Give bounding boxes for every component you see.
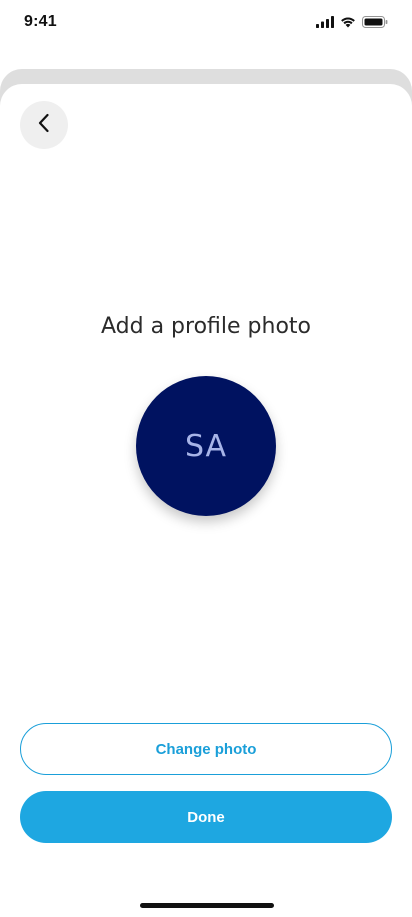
chevron-left-icon [37,113,51,138]
done-button[interactable]: Done [20,791,392,843]
change-photo-label: Change photo [155,740,257,758]
home-indicator [140,903,274,908]
page-title: Add a profile photo [101,314,311,339]
done-label: Done [187,808,225,826]
avatar-initials: SA [184,428,228,464]
wifi-icon [340,15,356,33]
status-bar: 9:41 [0,0,412,44]
change-photo-button[interactable]: Change photo [20,723,392,775]
signal-icon [316,15,334,33]
avatar[interactable]: SA [136,376,276,516]
back-button[interactable] [20,101,68,149]
profile-photo-screen: 9:41 Add a profile photo SA Change photo… [0,0,412,917]
status-icons [316,15,388,33]
battery-icon [362,15,388,33]
status-time: 9:41 [24,13,57,30]
